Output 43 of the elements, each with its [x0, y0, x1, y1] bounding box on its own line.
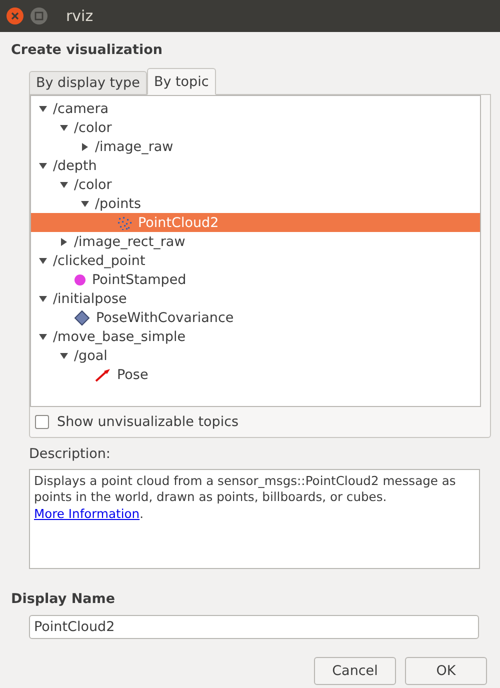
tab[interactable]: By topic	[146, 68, 216, 96]
topic-tree-item[interactable]: /move_base_simple	[31, 327, 480, 346]
tab[interactable]: By display type	[29, 71, 147, 96]
display-type-tree-item[interactable]: PointStamped	[31, 270, 480, 290]
dot-icon	[74, 274, 86, 286]
collapse-arrow-icon[interactable]	[39, 332, 47, 341]
topic-tree-item[interactable]: /points	[31, 194, 480, 214]
topic-tree-item[interactable]: /camera	[31, 99, 480, 118]
topic-tree-item[interactable]: /goal	[31, 346, 480, 366]
close-icon[interactable]	[6, 7, 24, 25]
display-name-label: Display Name	[11, 590, 116, 608]
more-information-link[interactable]: More Information	[34, 506, 140, 520]
description-text: Displays a point cloud from a sensor_msgs::PointCloud2 message as points in the world, drawn as points, billboards, or cubes. More Information.	[34, 474, 456, 520]
collapse-arrow-icon[interactable]	[81, 200, 89, 208]
collapse-arrow-icon[interactable]	[39, 256, 47, 265]
display-type-tree-item[interactable]: PoseWithCovariance	[31, 308, 480, 328]
topic-tree-item[interactable]: /color	[31, 118, 480, 138]
cancel-button[interactable]: Cancel	[314, 656, 396, 685]
display-name-field[interactable]: PointCloud2	[29, 614, 479, 639]
topic-tree-item[interactable]: /initialpose	[31, 289, 480, 308]
diamond-icon	[74, 310, 90, 326]
collapse-arrow-icon[interactable]	[39, 104, 47, 113]
checkbox[interactable]	[35, 415, 49, 430]
collapse-arrow-icon[interactable]	[39, 162, 47, 170]
expand-arrow-icon[interactable]	[60, 238, 68, 246]
arrow-icon	[95, 368, 111, 382]
collapse-arrow-icon[interactable]	[39, 294, 47, 303]
collapse-arrow-icon[interactable]	[60, 352, 68, 360]
topic-tree-item[interactable]: /color	[31, 175, 480, 194]
point-cloud-icon	[116, 216, 132, 230]
checkbox-label: Show unvisualizable topics	[57, 413, 239, 432]
expand-arrow-icon[interactable]	[81, 142, 89, 151]
ok-button[interactable]: OK	[405, 656, 487, 685]
collapse-arrow-icon[interactable]	[60, 124, 68, 132]
topic-tree-item[interactable]: /image_rect_raw	[31, 232, 480, 252]
section-heading: Create visualization	[11, 41, 164, 60]
collapse-arrow-icon[interactable]	[60, 180, 68, 189]
topic-tree-item[interactable]: /depth	[31, 156, 480, 176]
topic-tree-item[interactable]: /image_raw	[31, 137, 480, 156]
description-label: Description:	[29, 445, 112, 464]
topic-tree-item[interactable]: /clicked_point	[31, 251, 480, 270]
window-title: rviz	[66, 6, 94, 27]
display-type-tree-item[interactable]: Pose	[31, 365, 480, 384]
